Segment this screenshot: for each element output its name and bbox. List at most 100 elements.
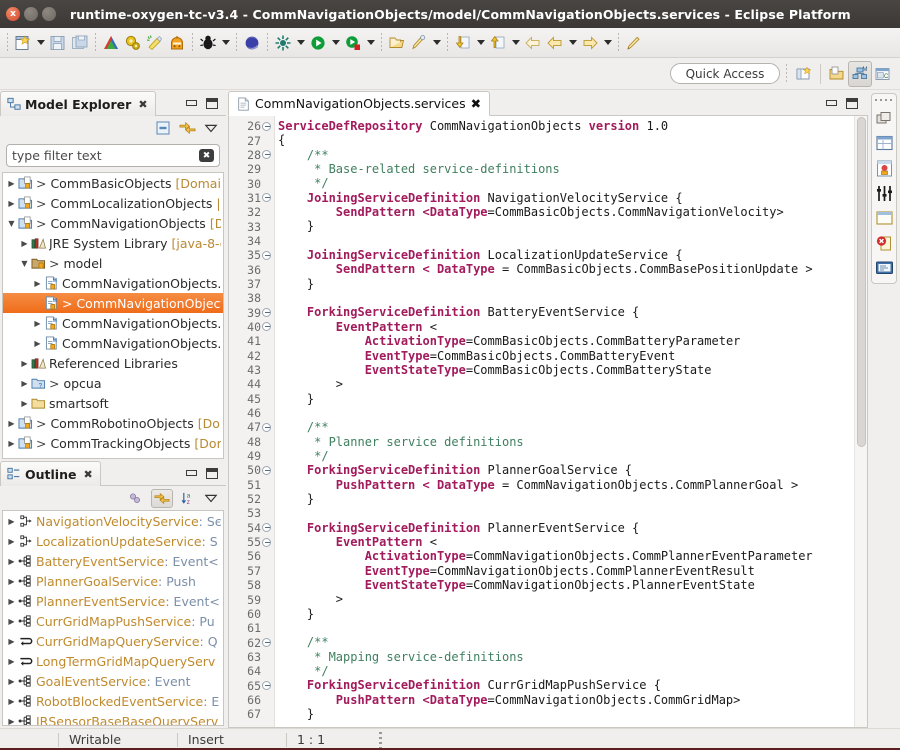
run-button[interactable] [307,30,329,56]
editor-vertical-scrollbar[interactable] [854,116,867,727]
code-line[interactable]: /** [275,420,854,434]
outline-item[interactable]: CurrGridMapPushService: Pu [3,611,223,631]
outline-tree[interactable]: NavigationVelocityService: SєLocalizatio… [2,510,224,726]
search-dropdown[interactable] [433,40,441,45]
code-line[interactable]: EventType=CommBasicObjects.CommBatteryEv… [275,349,854,363]
backward-history-button[interactable] [544,30,566,56]
outline-item[interactable]: BatteryEventService: Event< [3,551,223,571]
outline-item[interactable]: PlannerGoalService: Push [3,571,223,591]
chevron-right-icon[interactable] [19,359,30,368]
model-explorer-filter[interactable]: type filter text ✖ [6,144,220,167]
quick-access-input[interactable]: Quick Access [670,63,780,84]
next-annotation-dropdown[interactable] [477,40,485,45]
parameters-view-icon[interactable] [875,184,894,203]
tree-item[interactable]: > model [3,253,223,273]
code-line[interactable]: ForkingServiceDefinition CurrGridMapPush… [275,678,854,692]
chevron-right-icon[interactable] [6,637,17,646]
code-line[interactable]: ForkingServiceDefinition BatteryEventSer… [275,305,854,319]
code-line[interactable]: } [275,277,854,291]
deploy-robot-button[interactable] [166,30,188,56]
coverage-dropdown[interactable] [367,40,375,45]
fold-collapse-icon[interactable] [261,150,272,159]
chevron-right-icon[interactable] [6,557,17,566]
code-line[interactable]: } [275,492,854,506]
forward-history-button[interactable] [579,30,601,56]
tab-model-explorer[interactable]: Model Explorer ✖ [0,91,156,116]
search-input[interactable]: type filter text [12,148,102,163]
tree-item[interactable]: Referenced Libraries [3,353,223,373]
fold-collapse-icon[interactable] [261,251,272,260]
restore-icon[interactable] [875,110,893,128]
problems-view-icon[interactable] [875,234,894,253]
fold-collapse-icon[interactable] [261,193,272,202]
outline-item[interactable]: LongTermGridMapQueryServ [3,651,223,671]
outline-item[interactable]: IRSensorBaseBaseQueryServ [3,711,223,726]
editor-gutter[interactable]: 2627282930313233343536373839404142434445… [229,116,275,727]
backward-history-dropdown[interactable] [569,40,577,45]
tree-item[interactable]: smartsoft [3,393,223,413]
code-line[interactable]: { [275,133,854,147]
tree-item[interactable]: JRE System Library [java-8-o [3,233,223,253]
chevron-right-icon[interactable] [19,399,30,408]
view-menu-icon[interactable] [204,491,218,505]
code-line[interactable]: ActivationType=CommBasicObjects.CommBatt… [275,334,854,348]
search-button[interactable] [408,30,430,56]
status-drag-handle[interactable] [379,732,382,748]
tree-item[interactable]: > CommBasicObjects [Domai [3,173,223,193]
open-perspective-button[interactable] [793,61,815,87]
code-line[interactable]: */ [275,176,854,190]
view-menu-icon[interactable] [204,121,218,135]
chevron-right-icon[interactable] [6,199,17,208]
tree-item[interactable]: > CommNavigationObjects [D [3,213,223,233]
chevron-right-icon[interactable] [32,319,43,328]
code-line[interactable]: * Mapping service-definitions [275,650,854,664]
collapse-all-icon[interactable] [155,120,171,136]
fold-collapse-icon[interactable] [261,638,272,647]
new-wizard-button[interactable] [12,30,34,56]
outline-item[interactable]: PlannerEventService: Event< [3,591,223,611]
fold-collapse-icon[interactable] [261,322,272,331]
chevron-right-icon[interactable] [6,179,17,188]
editor-code-area[interactable]: ServiceDefRepository CommNavigationObjec… [275,116,854,727]
chevron-right-icon[interactable] [6,717,17,726]
minimize-icon[interactable] [186,100,197,106]
clear-icon[interactable]: ✖ [199,149,214,162]
chevron-right-icon[interactable] [6,617,17,626]
minimize-icon[interactable] [826,100,837,106]
code-line[interactable] [275,621,854,635]
model-explorer-view-icon[interactable] [875,159,894,178]
perspective-resource-button[interactable] [826,61,848,87]
open-browser-button[interactable] [241,30,263,56]
new-wizard-dropdown[interactable] [37,40,45,45]
code-line[interactable]: EventPattern < [275,320,854,334]
outline-item[interactable]: GoalEventService: Event [3,671,223,691]
fold-collapse-icon[interactable] [261,538,272,547]
fold-collapse-icon[interactable] [261,308,272,317]
code-line[interactable] [275,291,854,305]
external-tools-button[interactable] [272,30,294,56]
fold-collapse-icon[interactable] [261,523,272,532]
perspective-modeling-button[interactable]: M [848,61,872,87]
code-line[interactable]: PushPattern < DataType = CommNavigationO… [275,478,854,492]
run-dropdown[interactable] [332,40,340,45]
chevron-down-icon[interactable] [6,219,17,228]
code-line[interactable]: * Planner service definitions [275,435,854,449]
drag-handle[interactable] [875,97,893,104]
window-minimize-button[interactable] [24,7,38,21]
fold-collapse-icon[interactable] [261,466,272,475]
save-all-button[interactable] [69,30,91,56]
chevron-right-icon[interactable] [6,577,17,586]
chevron-right-icon[interactable] [19,379,30,388]
outline-item[interactable]: LocalizationUpdateService: S [3,531,223,551]
tree-item[interactable]: MCommNavigationObjects. [3,313,223,333]
debug-button[interactable] [197,30,219,56]
code-line[interactable]: } [275,707,854,721]
code-line[interactable]: } [275,392,854,406]
code-line[interactable]: ForkingServiceDefinition PlannerGoalServ… [275,463,854,477]
maximize-icon[interactable] [206,98,218,109]
close-icon[interactable]: ✖ [83,468,92,481]
link-with-editor-icon[interactable] [179,120,196,136]
tree-item[interactable]: MCommNavigationObjects. [3,333,223,353]
code-line[interactable]: } [275,219,854,233]
fold-collapse-icon[interactable] [261,122,272,131]
